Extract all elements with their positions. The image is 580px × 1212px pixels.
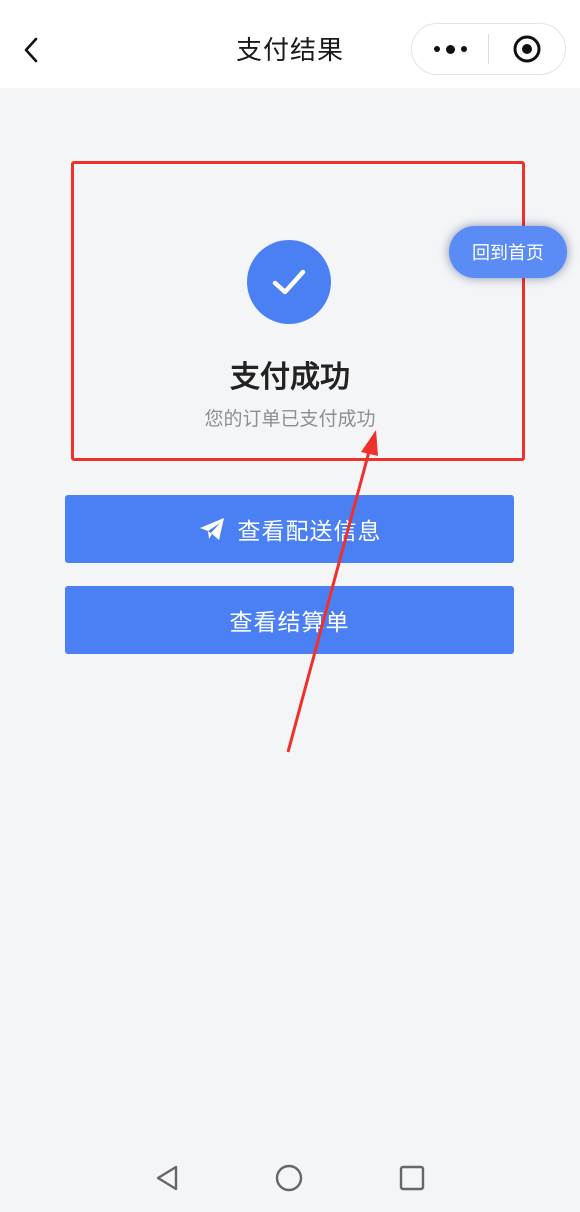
view-delivery-button[interactable]: 查看配送信息 — [65, 495, 514, 563]
circle-home-icon — [275, 1164, 303, 1192]
close-button[interactable] — [489, 23, 565, 75]
more-dots-icon — [431, 44, 470, 54]
annotation-highlight-box — [71, 161, 525, 461]
view-delivery-label: 查看配送信息 — [237, 519, 382, 545]
paper-plane-icon — [198, 516, 226, 542]
view-settlement-button[interactable]: 查看结算单 — [65, 586, 514, 654]
system-home-button[interactable] — [274, 1163, 304, 1193]
system-back-button[interactable] — [152, 1163, 182, 1193]
square-recent-icon — [399, 1165, 425, 1191]
view-settlement-label: 查看结算单 — [229, 610, 350, 636]
triangle-back-icon — [156, 1165, 178, 1191]
mini-program-capsule — [411, 23, 566, 75]
system-recent-button[interactable] — [397, 1163, 427, 1193]
top-navbar: 支付结果 — [0, 0, 580, 88]
back-to-home-button[interactable]: 回到首页 — [449, 226, 567, 278]
target-close-icon — [513, 35, 541, 63]
more-button[interactable] — [412, 23, 488, 75]
payment-result-page: 支付结果 支付成功 您的订单已支付成功 回到首页 查看配送信息 查看结算单 — [0, 0, 580, 1212]
